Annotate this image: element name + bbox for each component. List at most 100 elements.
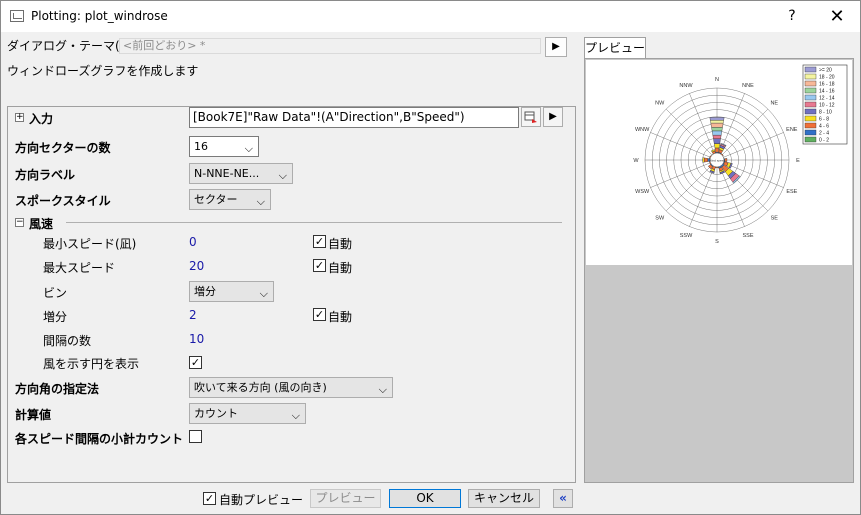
legend-label: 12 - 14	[819, 96, 835, 102]
min-speed-auto-label: 自動	[328, 237, 353, 251]
close-button[interactable]: ✕	[814, 1, 860, 32]
bin-combo[interactable]: 増分 ⌵	[189, 281, 274, 302]
spoke-line	[716, 132, 784, 161]
legend-swatch	[804, 94, 817, 101]
input-menu-button[interactable]: ▶	[543, 107, 563, 127]
cancel-button[interactable]: キャンセル	[468, 489, 540, 508]
direction-label: WSW	[635, 189, 650, 195]
subtotal-label: 各スピード間隔の小計カウント	[15, 432, 184, 446]
direction-label: SSE	[742, 233, 753, 239]
direction-label: NE	[770, 101, 778, 107]
direction-label-value: N-NNE-NE...	[194, 167, 260, 180]
windrose-preview: N NNE NE ENE E ESE SE SSE S SSW SW WSW W WNW NW NNW Wind…	[633, 64, 848, 245]
spoke-style-combo[interactable]: セクター ⌵	[189, 189, 271, 210]
interval-count-label: 間隔の数	[43, 334, 92, 348]
chevron-down-icon: ⌵	[291, 409, 300, 422]
spoke-style-label: スポークスタイル	[15, 194, 111, 208]
theme-field[interactable]: <前回どおり> *	[119, 38, 541, 54]
angle-spec-value: 吹いて来る方向 (風の向き)	[194, 381, 327, 394]
legend-label: 4 - 6	[819, 124, 829, 130]
show-circle-checkbox[interactable]: ✓	[189, 356, 202, 369]
collapse-button[interactable]: «	[553, 489, 573, 508]
min-speed-value[interactable]: 0	[189, 235, 197, 249]
select-range-button[interactable]	[521, 107, 541, 127]
rose-sector	[713, 138, 721, 144]
subtotal-checkbox[interactable]	[189, 430, 202, 443]
window-title: Plotting: plot_windrose	[31, 9, 168, 23]
ok-button[interactable]: OK	[389, 489, 461, 508]
rose-sector	[710, 122, 724, 128]
rose-sector	[710, 120, 724, 124]
theme-menu-button[interactable]: ▶	[545, 37, 567, 57]
auto-preview-checkbox[interactable]: ✓	[203, 492, 216, 505]
calc-value-combo[interactable]: カウント ⌵	[189, 403, 306, 424]
rose-sector	[714, 147, 720, 153]
max-speed-value[interactable]: 20	[189, 259, 204, 273]
dialog-window: Plotting: plot_windrose ? ✕ ダイアログ・テーマ(H)…	[0, 0, 861, 515]
direction-label: NW	[655, 101, 665, 107]
direction-label-combo[interactable]: N-NNE-NE... ⌵	[189, 163, 293, 184]
dialog-description: ウィンドローズグラフを作成します	[7, 64, 199, 78]
min-speed-auto-checkbox[interactable]: ✓	[313, 235, 326, 248]
direction-label: E	[796, 158, 800, 164]
chevron-down-icon: ⌵	[259, 287, 268, 300]
legend-swatch	[804, 136, 817, 143]
section-divider	[66, 222, 562, 223]
settings-panel: + 入力 [Book7E]"Raw Data"!(A"Direction",B"…	[7, 106, 576, 483]
rose-sector	[702, 157, 705, 163]
sectors-value: 16	[194, 140, 208, 153]
input-range-field[interactable]: [Book7E]"Raw Data"!(A"Direction",B"Speed…	[189, 107, 519, 128]
rose-sector	[711, 127, 723, 132]
direction-label-label: 方向ラベル	[15, 168, 76, 182]
direction-label: N	[715, 77, 719, 83]
calc-value-label: 計算値	[15, 408, 52, 422]
bin-label: ビン	[43, 286, 68, 300]
legend-swatch	[804, 66, 817, 73]
center-label: Wind speed	[709, 159, 725, 163]
legend-swatch	[804, 73, 817, 80]
expand-input-icon[interactable]: +	[15, 113, 24, 122]
direction-label: W	[633, 158, 639, 164]
legend-label: >= 20	[819, 68, 832, 74]
direction-label: SE	[771, 215, 779, 221]
spoke-line	[650, 132, 718, 161]
legend-swatch	[804, 122, 817, 129]
increment-value[interactable]: 2	[189, 308, 197, 322]
legend-swatch	[804, 80, 817, 87]
rose-sector	[704, 157, 708, 163]
min-speed-label: 最小スピード(凪)	[43, 237, 137, 251]
rose-sector	[712, 134, 722, 139]
legend-label: 6 - 8	[819, 117, 829, 123]
range-picker-icon	[524, 111, 537, 123]
rose-sector	[709, 117, 725, 121]
spoke-style-value: セクター	[194, 193, 238, 206]
tab-preview[interactable]: プレビュー	[584, 37, 646, 59]
interval-count-value[interactable]: 10	[189, 332, 204, 346]
legend-label: 8 - 10	[819, 110, 832, 116]
legend-label: 14 - 16	[819, 89, 835, 95]
legend-swatch	[804, 115, 817, 122]
direction-label: SSW	[680, 233, 693, 239]
sectors-combo[interactable]: 16 ⌵	[189, 136, 259, 157]
legend-label: 16 - 18	[819, 82, 835, 88]
collapse-wind-icon[interactable]: −	[15, 218, 24, 227]
help-button[interactable]: ?	[769, 1, 815, 32]
direction-label: ENE	[786, 127, 798, 133]
angle-spec-combo[interactable]: 吹いて来る方向 (風の向き) ⌵	[189, 377, 393, 398]
direction-label: NNW	[679, 83, 693, 89]
angle-spec-label: 方向角の指定法	[15, 382, 100, 396]
sectors-label: 方向セクターの数	[15, 141, 111, 155]
max-speed-auto-checkbox[interactable]: ✓	[313, 259, 326, 272]
wind-section-label: 風速	[29, 217, 54, 231]
rose-sector	[724, 158, 728, 162]
increment-auto-label: 自動	[328, 310, 353, 324]
rose-sector	[714, 143, 720, 149]
auto-preview-label: 自動プレビュー	[219, 493, 304, 507]
preview-button[interactable]: プレビュー	[310, 489, 381, 508]
legend-label: 10 - 12	[819, 103, 835, 109]
chevron-down-icon: ⌵	[244, 142, 253, 155]
increment-auto-checkbox[interactable]: ✓	[313, 308, 326, 321]
chevron-down-icon: ⌵	[256, 195, 265, 208]
show-circle-label: 風を示す円を表示	[43, 357, 140, 371]
legend-swatch	[804, 87, 817, 94]
